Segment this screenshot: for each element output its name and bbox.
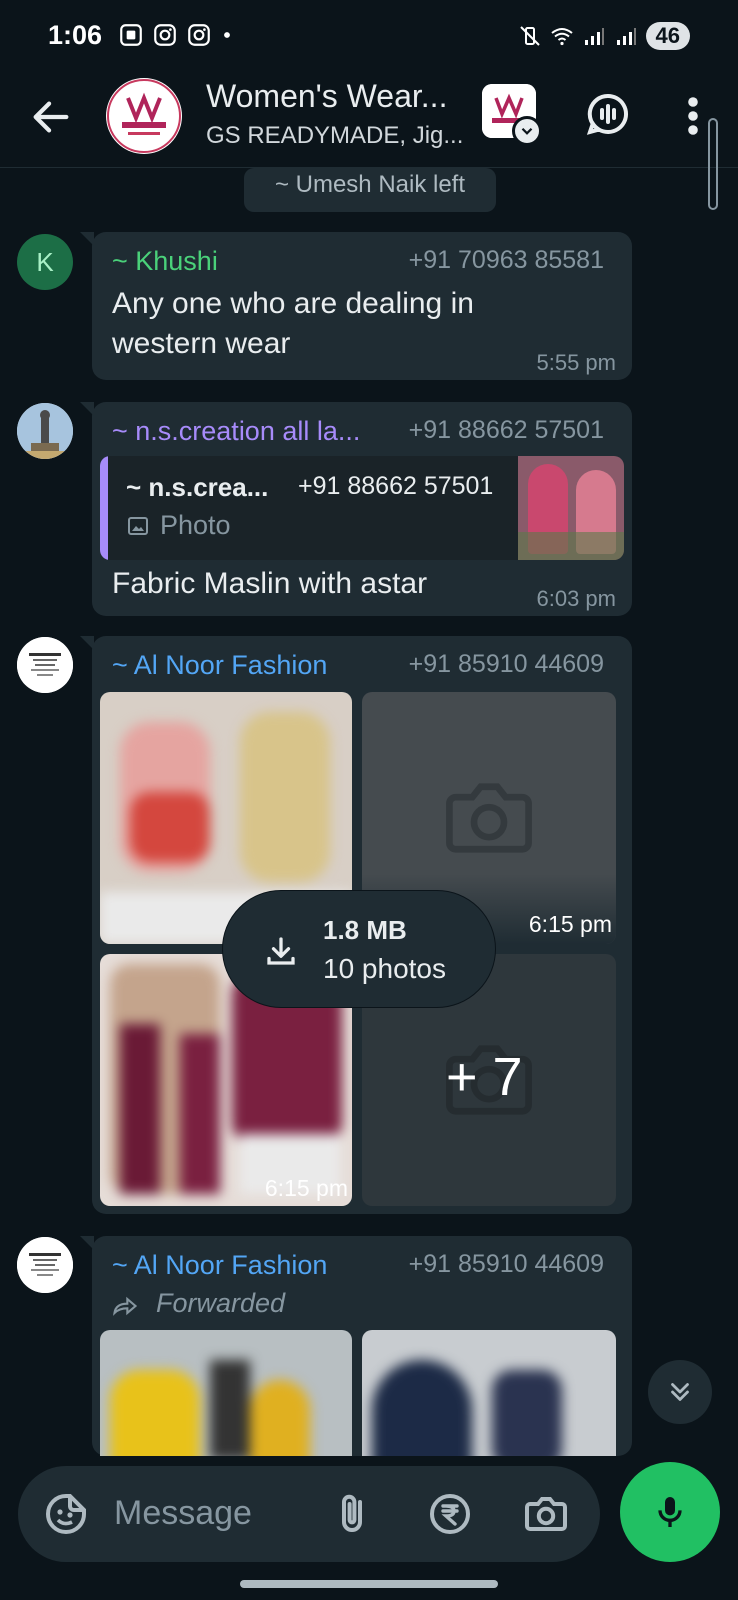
community-button[interactable] [482, 84, 542, 146]
al-noor-logo-image [17, 1237, 73, 1293]
screenshot-icon [120, 24, 142, 46]
download-count: 10 photos [323, 953, 446, 984]
quoted-sender: ~ n.s.crea... [126, 472, 269, 502]
dot-icon [224, 32, 230, 38]
avatar[interactable] [17, 1237, 73, 1293]
download-album-button[interactable]: 1.8 MB 10 photos [222, 890, 496, 1008]
system-message: ~ Umesh Naik left [244, 168, 496, 212]
rupee-icon[interactable] [426, 1490, 474, 1538]
message-bubble[interactable]: ~ n.s.creation all la... +91 88662 57501… [80, 402, 632, 616]
quoted-label: Photo [160, 510, 231, 540]
status-time: 1:06 [48, 20, 103, 50]
album-time: 6:15 pm [528, 911, 612, 937]
message-text: Any one who are dealing in western wear [112, 287, 474, 360]
sender-name[interactable]: ~ n.s.creation all la... [112, 416, 360, 447]
sender-phone: +91 85910 44609 [408, 1250, 604, 1278]
group-logo-icon [107, 79, 181, 153]
sender-phone: +91 70963 85581 [408, 246, 604, 274]
avatar[interactable] [17, 403, 73, 459]
statue-avatar-image [17, 403, 73, 459]
album-photo[interactable] [362, 1330, 616, 1456]
quoted-photo-thumbnail [518, 456, 624, 560]
album-time: 6:15 pm [264, 1175, 348, 1201]
paperclip-icon[interactable] [328, 1490, 376, 1538]
message-time: 5:55 pm [536, 350, 617, 375]
wifi-icon [550, 28, 573, 46]
quoted-message[interactable]: ~ n.s.crea... +91 88662 57501 Photo [100, 456, 624, 560]
download-size: 1.8 MB [323, 915, 407, 945]
forwarded-icon [113, 1296, 138, 1316]
message-composer [18, 1466, 600, 1562]
sender-name[interactable]: ~ Al Noor Fashion [112, 650, 327, 681]
arrow-left-icon[interactable] [28, 94, 74, 140]
group-title[interactable]: Women's Wear... [206, 78, 447, 115]
camera-icon[interactable] [522, 1490, 570, 1538]
gesture-nav-handle[interactable] [240, 1580, 498, 1588]
status-notification-icons [118, 22, 234, 48]
vibrate-icon [519, 26, 540, 46]
signal-icon [584, 28, 604, 45]
status-system-icons: 46 [518, 22, 690, 50]
sender-name[interactable]: ~ Khushi [112, 246, 218, 277]
mic-icon [658, 1497, 682, 1527]
al-noor-logo-image [17, 637, 73, 693]
avatar-letter: K [36, 246, 54, 277]
avatar[interactable]: K [17, 234, 73, 290]
quoted-phone: +91 88662 57501 [298, 472, 494, 500]
quote-accent-bar [100, 456, 108, 560]
instagram-icon [154, 24, 176, 46]
camera-placeholder-icon [446, 783, 532, 853]
blurred-photo-image [362, 1330, 616, 1456]
chevron-down-icon [512, 116, 542, 146]
message-bubble[interactable]: ~ Al Noor Fashion +91 85910 44609 Forwar… [80, 1236, 632, 1456]
photo-icon [128, 517, 148, 535]
scrollbar-handle[interactable] [708, 118, 718, 210]
voice-chat-icon[interactable] [584, 90, 632, 138]
more-vert-icon[interactable] [676, 92, 710, 140]
battery-indicator: 46 [645, 22, 690, 50]
message-time: 6:03 pm [536, 586, 617, 611]
double-chevron-down-icon [671, 1383, 689, 1401]
blurred-photo-image [100, 1330, 352, 1456]
signal-icon [616, 28, 636, 45]
instagram-icon [188, 24, 210, 46]
avatar[interactable] [17, 637, 73, 693]
message-bubble[interactable]: ~ Khushi +91 70963 85581 Any one who are… [80, 232, 632, 380]
album-photo[interactable] [100, 1330, 352, 1456]
download-icon [267, 937, 295, 965]
group-members[interactable]: GS READYMADE, Jig... [206, 122, 463, 150]
group-avatar[interactable] [106, 78, 182, 154]
more-photos-count: + 7 [446, 1047, 523, 1107]
status-bar: 1:06 46 [0, 0, 738, 72]
message-text: Fabric Maslin with astar [112, 567, 428, 600]
sticker-icon[interactable] [42, 1490, 90, 1538]
chat-header: Women's Wear... GS READYMADE, Jig... [0, 72, 738, 168]
sender-name[interactable]: ~ Al Noor Fashion [112, 1250, 327, 1281]
mic-button[interactable] [620, 1462, 720, 1562]
sender-phone: +91 88662 57501 [408, 416, 604, 444]
scroll-to-bottom-button[interactable] [648, 1360, 712, 1424]
message-input[interactable] [114, 1488, 314, 1538]
forwarded-label: Forwarded [156, 1288, 286, 1318]
sender-phone: +91 85910 44609 [408, 650, 604, 678]
